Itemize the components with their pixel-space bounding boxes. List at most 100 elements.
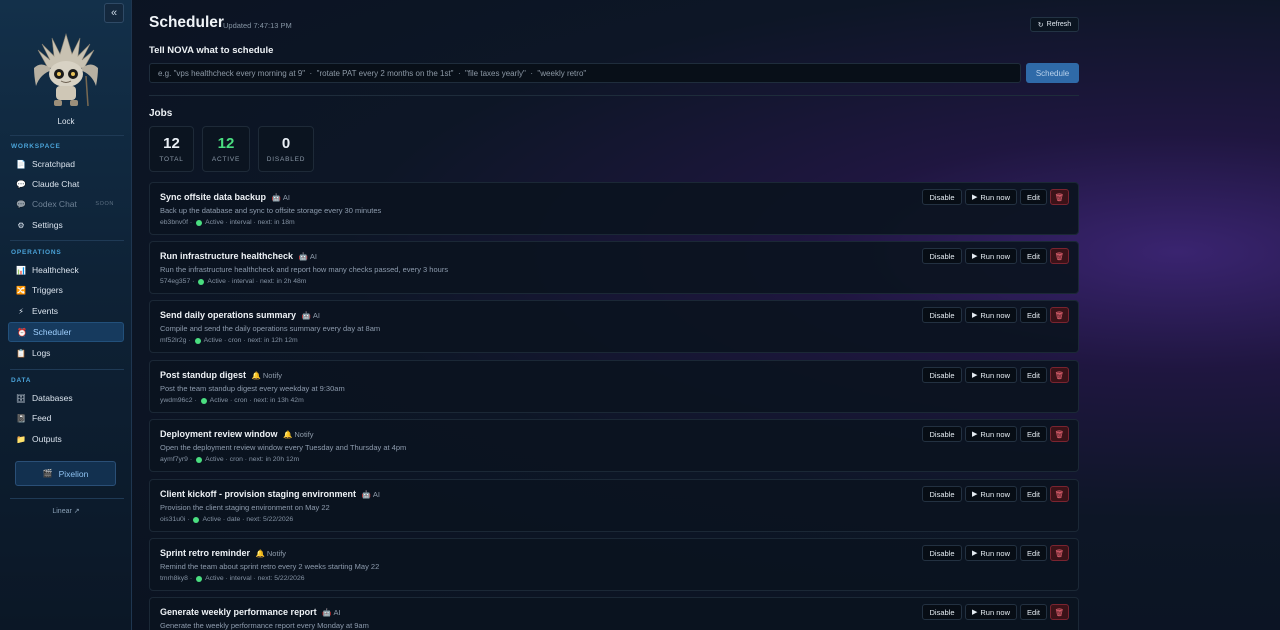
run-now-button[interactable]: ▶ Run now [965,426,1017,442]
disable-button[interactable]: Disable [922,307,962,323]
job-kind: interval [229,219,252,226]
delete-button[interactable]: 🗑 [1050,248,1069,264]
disable-button[interactable]: Disable [922,367,962,383]
delete-button[interactable]: 🗑 [1050,604,1069,620]
run-now-button[interactable]: ▶ Run now [965,307,1017,323]
job-title: Send daily operations summary [160,310,297,320]
job-type-label: AI [282,193,290,202]
edit-button[interactable]: Edit [1020,545,1047,561]
pixelion-button[interactable]: 🎬 Pixelion [15,461,116,486]
job-type-tag: 🤖 AI [302,311,320,320]
sidebar-item-scratchpad[interactable]: 📄 Scratchpad [8,154,124,174]
job-title-row: Sync offsite data backup 🤖 AI [160,192,290,202]
stat-total: 12 TOTAL [149,126,194,172]
linear-link[interactable]: Linear ↗ [0,507,132,515]
disable-button[interactable]: Disable [922,545,962,561]
job-id: ywdm96c2 [160,397,193,404]
job-card: Deployment review window 🔔 Notify Open th… [149,419,1079,472]
job-meta: aymf7yr9 · Active · cron · next: in 20h … [160,456,300,463]
sidebar-item-outputs[interactable]: 📁 Outputs [8,429,124,449]
robot-icon: 🤖 [298,252,308,261]
job-status: Active [202,516,221,523]
soon-badge: SOON [95,201,114,207]
shuffle-icon: 🔀 [16,285,26,295]
sidebar-item-codex-chat[interactable]: 💬 Codex Chat SOON [8,194,124,214]
job-card: Post standup digest 🔔 Notify Post the tea… [149,360,1079,413]
schedule-prompt-input[interactable] [149,63,1021,83]
run-now-button[interactable]: ▶ Run now [965,545,1017,561]
sidebar-item-logs[interactable]: 📋 Logs [8,343,124,363]
job-type-tag: 🤖 AI [299,252,317,261]
refresh-button[interactable]: ↻ Refresh [1030,17,1079,32]
edit-button[interactable]: Edit [1020,604,1047,620]
sidebar-item-settings[interactable]: ⚙ Settings [8,215,124,235]
run-now-label: Run now [980,310,1010,320]
sidebar-item-databases[interactable]: 🗄 Databases [8,388,124,408]
run-now-button[interactable]: ▶ Run now [965,189,1017,205]
disable-button[interactable]: Disable [922,604,962,620]
trash-icon: 🗑 [1054,310,1065,320]
job-title: Deployment review window [160,429,278,439]
chart-icon: 📊 [16,265,26,275]
job-title: Run infrastructure healthcheck [160,251,294,261]
job-id: 574eg357 [160,278,191,285]
run-now-label: Run now [980,192,1010,202]
edit-button[interactable]: Edit [1020,248,1047,264]
sidebar-item-triggers[interactable]: 🔀 Triggers [8,280,124,300]
edit-button[interactable]: Edit [1020,486,1047,502]
job-type-label: AI [333,608,341,617]
job-status: Active [205,456,224,463]
disable-button[interactable]: Disable [922,426,962,442]
run-now-button[interactable]: ▶ Run now [965,248,1017,264]
play-icon: ▶ [972,550,978,557]
divider [10,135,124,136]
job-meta: tmrh8ky8 · Active · interval · next: 5/2… [160,575,305,582]
run-now-button[interactable]: ▶ Run now [965,486,1017,502]
sidebar-item-healthcheck[interactable]: 📊 Healthcheck [8,260,124,280]
sidebar-item-events[interactable]: ⚡ Events [8,301,124,321]
divider [10,369,124,370]
schedule-button[interactable]: Schedule [1026,63,1079,83]
delete-button[interactable]: 🗑 [1050,307,1069,323]
trash-icon: 🗑 [1054,370,1065,380]
job-status: Active [207,278,226,285]
job-title-row: Deployment review window 🔔 Notify [160,429,314,439]
delete-button[interactable]: 🗑 [1050,486,1069,502]
delete-button[interactable]: 🗑 [1050,367,1069,383]
job-type-tag: 🤖 AI [272,193,290,202]
delete-button[interactable]: 🗑 [1050,426,1069,442]
job-kind: cron [234,397,248,404]
job-title: Sprint retro reminder [160,548,251,558]
sidebar-item-scheduler[interactable]: ⏰ Scheduler [8,322,124,342]
refresh-label: Refresh [1046,21,1072,28]
disable-button[interactable]: Disable [922,189,962,205]
collapse-sidebar-button[interactable]: « [104,3,124,23]
job-type-label: Notify [266,549,287,558]
bell-icon: 🔔 [251,371,261,380]
status-dot [200,397,207,404]
run-now-button[interactable]: ▶ Run now [965,367,1017,383]
edit-button[interactable]: Edit [1020,307,1047,323]
delete-button[interactable]: 🗑 [1050,189,1069,205]
trash-icon: 🗑 [1054,607,1065,617]
run-now-button[interactable]: ▶ Run now [965,604,1017,620]
disable-button[interactable]: Disable [922,248,962,264]
disable-button[interactable]: Disable [922,486,962,502]
job-id: tmrh8ky8 [160,575,188,582]
delete-button[interactable]: 🗑 [1050,545,1069,561]
job-description: Run the infrastructure healthcheck and r… [160,265,449,274]
edit-button[interactable]: Edit [1020,426,1047,442]
trash-icon: 🗑 [1054,192,1065,202]
run-now-label: Run now [980,607,1010,617]
job-description: Compile and send the daily operations su… [160,324,381,333]
play-icon: ▶ [972,609,978,616]
play-icon: ▶ [972,253,978,260]
trash-icon: 🗑 [1054,251,1065,261]
sidebar: « Lock WORKSPACE 📄 Scratchpad 💬 Claude C… [0,0,132,630]
sidebar-item-claude-chat[interactable]: 💬 Claude Chat [8,174,124,194]
sidebar-item-feed[interactable]: 📓 Feed [8,408,124,428]
job-type-tag: 🔔 Notify [252,371,283,380]
edit-button[interactable]: Edit [1020,189,1047,205]
edit-button[interactable]: Edit [1020,367,1047,383]
job-type-label: AI [309,252,317,261]
